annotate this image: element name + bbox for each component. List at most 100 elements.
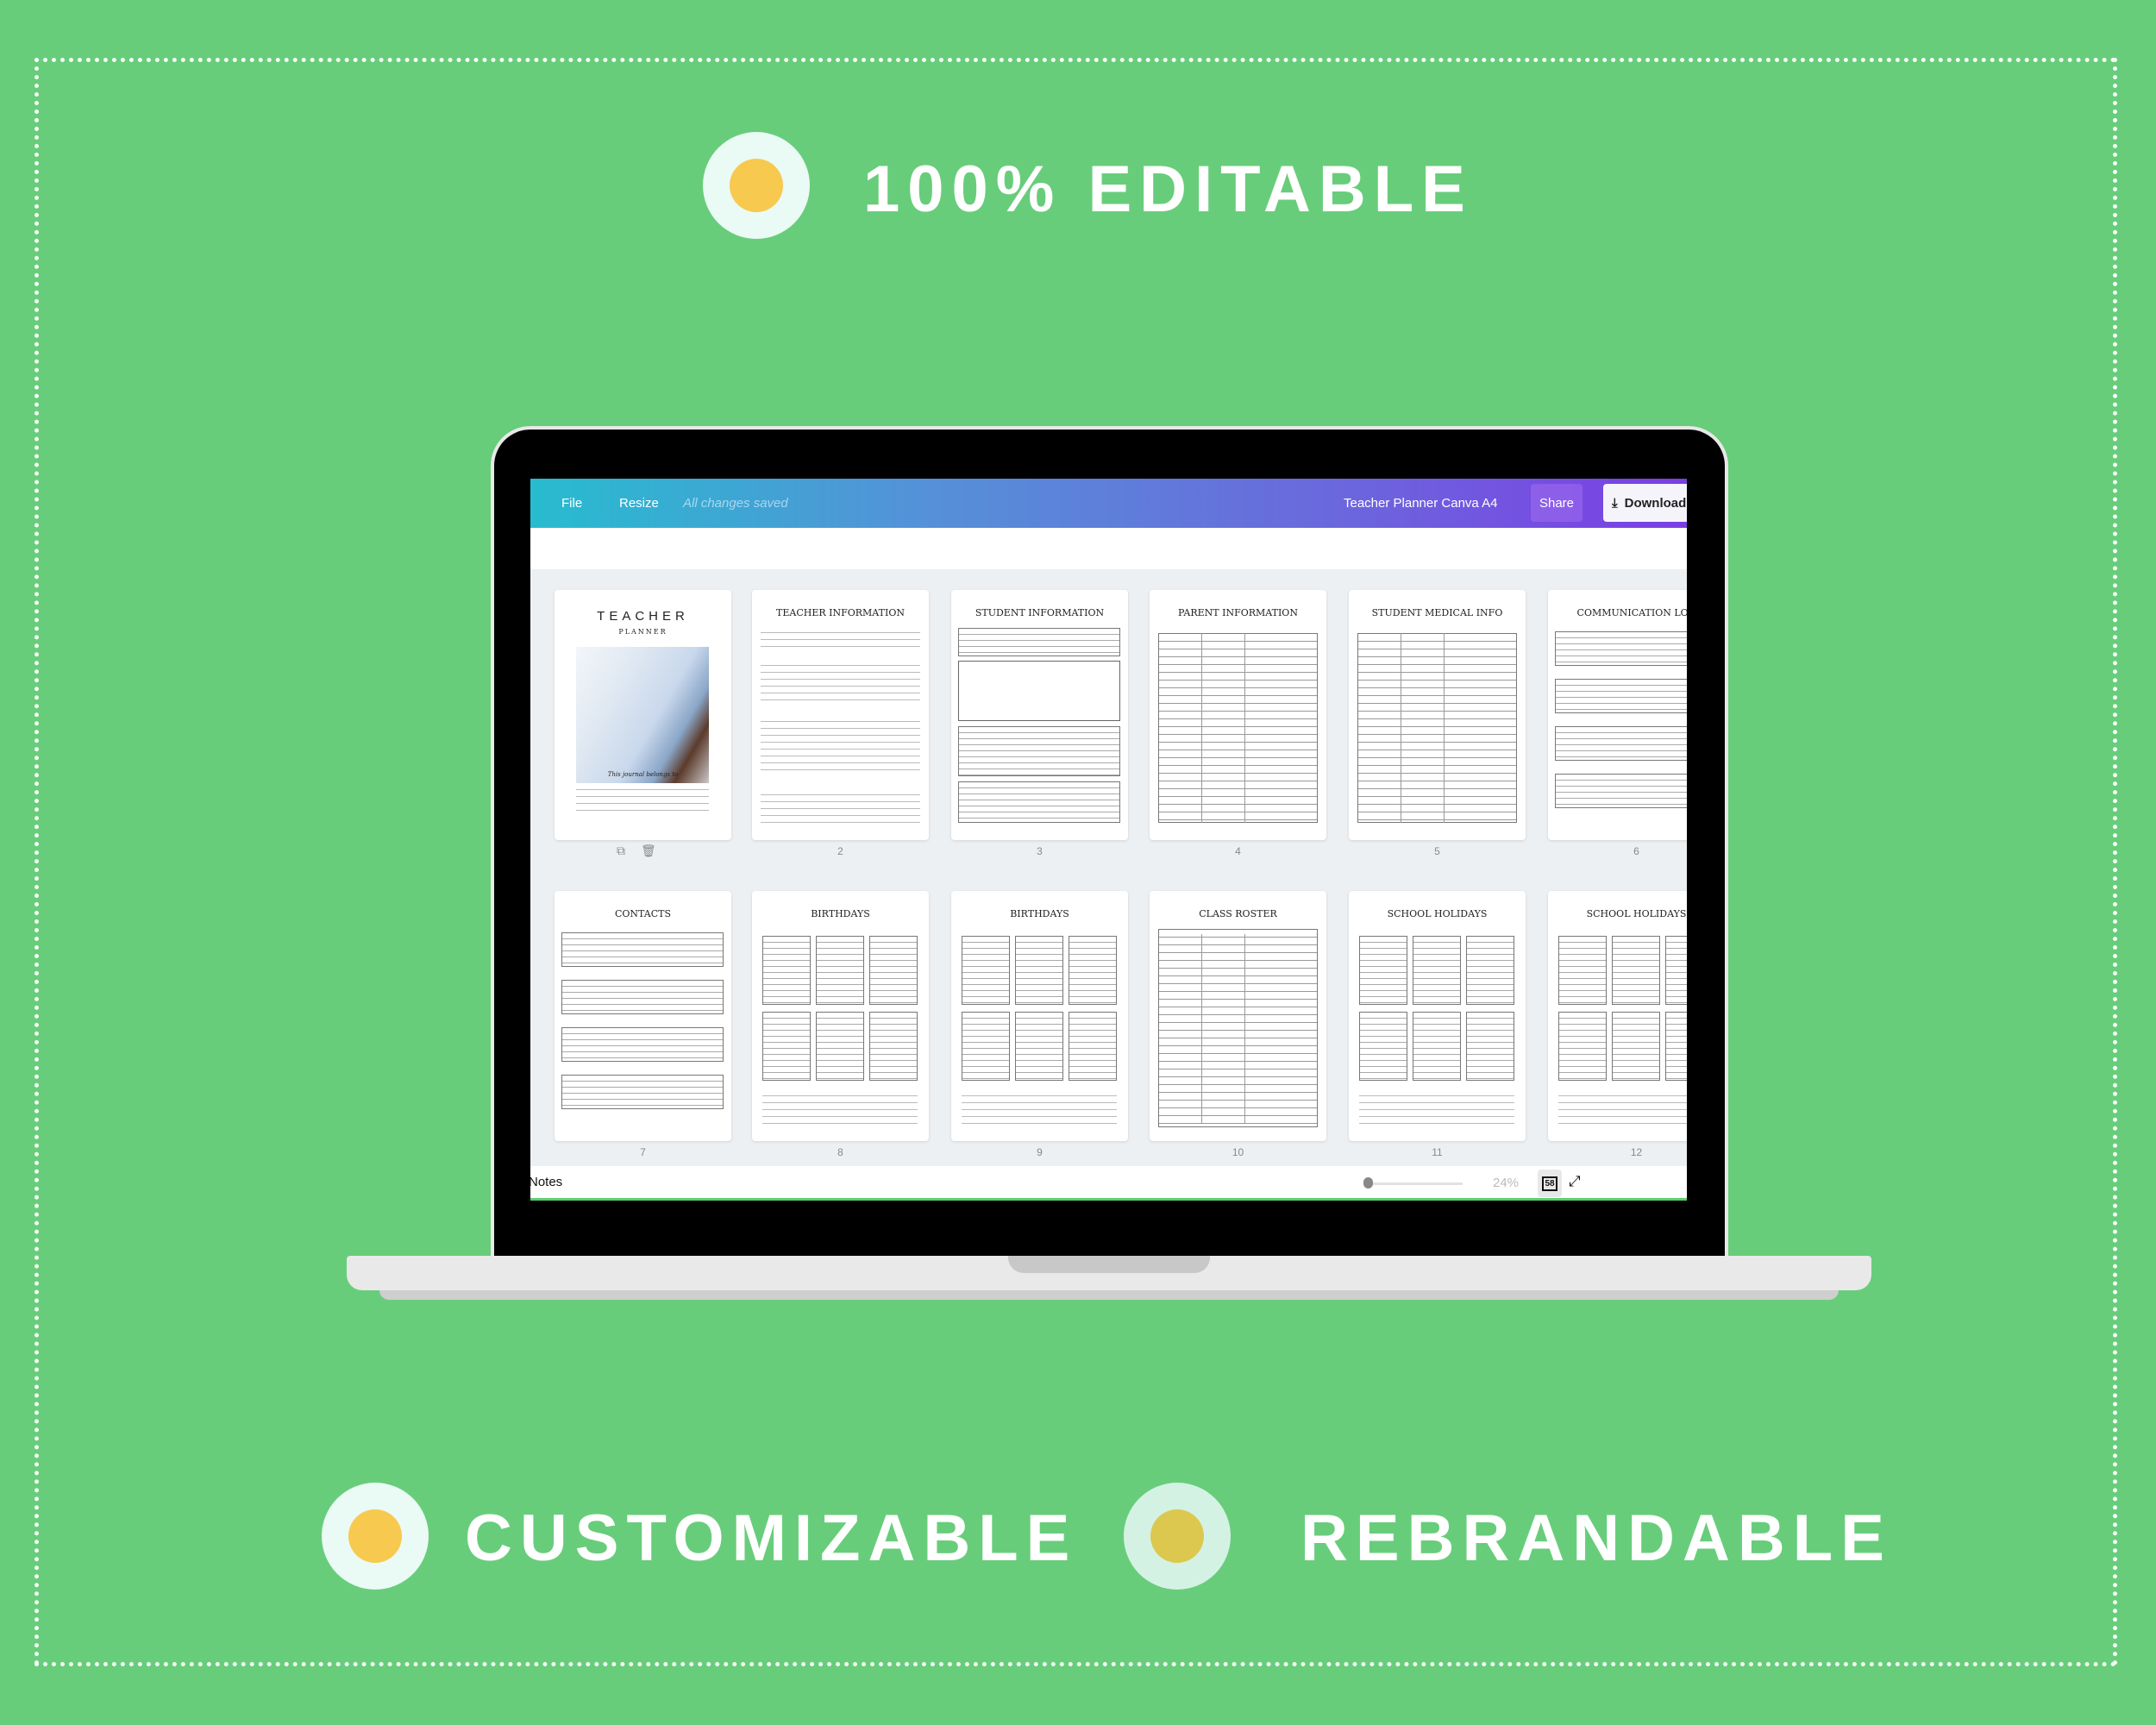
page-graphic [1357, 633, 1517, 823]
zoom-slider-handle[interactable] [1363, 1177, 1373, 1189]
page-title: BIRTHDAYS [1010, 908, 1069, 919]
download-button[interactable]: ⤓ Download [1603, 484, 1687, 522]
page-graphic [1413, 1012, 1461, 1081]
feature-customizable: CUSTOMIZABLE [465, 1502, 1078, 1575]
page-graphic [1359, 1012, 1407, 1081]
feature-rebrandable: REBRANDABLE [1300, 1502, 1892, 1575]
page-number: 4 [1235, 845, 1241, 857]
duplicate-page-icon[interactable]: ⧉ [617, 844, 641, 857]
page-graphic [962, 1089, 1117, 1124]
page-graphic [962, 936, 1010, 1005]
page-graphic [958, 726, 1120, 776]
page-graphic [761, 715, 920, 775]
page-graphic [1555, 631, 1687, 666]
page-graphic [762, 1089, 918, 1124]
page-thumbnail[interactable]: TEACHER INFORMATION [752, 590, 929, 840]
page-thumbnail[interactable]: CONTACTS [555, 891, 731, 1141]
page-graphic [561, 932, 724, 967]
editor-screen: File Resize All changes saved Teacher Pl… [530, 479, 1687, 1201]
page-number: 9 [1037, 1146, 1043, 1158]
page-graphic [1612, 1012, 1660, 1081]
page-title: COMMUNICATION LOG [1576, 607, 1687, 618]
page-thumbnail[interactable]: SCHOOL HOLIDAYS [1349, 891, 1526, 1141]
page-title: PARENT INFORMATION [1178, 607, 1298, 618]
page-graphic [1558, 1089, 1687, 1124]
editor-subtoolbar [530, 528, 1687, 569]
page-graphic [561, 980, 724, 1014]
page-graphic [1555, 679, 1687, 713]
page-thumbnail[interactable]: STUDENT MEDICAL INFO [1349, 590, 1526, 840]
resize-menu[interactable]: Resize [619, 479, 659, 528]
page-count-button[interactable]: 58 [1538, 1170, 1562, 1197]
file-menu[interactable]: File [561, 479, 582, 528]
share-button[interactable]: Share [1531, 484, 1583, 522]
page-title: SCHOOL HOLIDAYS [1586, 908, 1687, 919]
page-graphic [1558, 936, 1607, 1005]
page-graphic [869, 1012, 918, 1081]
zoom-slider[interactable] [1368, 1182, 1463, 1185]
laptop-base-shadow [379, 1290, 1839, 1300]
page-graphic [1069, 1012, 1117, 1081]
page-graphic [958, 628, 1120, 656]
page-graphic [1558, 1012, 1607, 1081]
page-graphic [761, 626, 920, 647]
feature-editable: 100% EDITABLE [863, 153, 1473, 226]
page-graphic [561, 1075, 724, 1109]
editor-toolbar: File Resize All changes saved Teacher Pl… [530, 479, 1687, 528]
page-graphic [958, 661, 1120, 721]
download-icon: ⤓ [1612, 495, 1618, 511]
download-label: Download [1624, 495, 1687, 511]
page-graphic [869, 936, 918, 1005]
page-graphic [1244, 633, 1245, 823]
page-title: SCHOOL HOLIDAYS [1387, 908, 1488, 919]
page-title: STUDENT MEDICAL INFO [1371, 607, 1503, 618]
page-graphic [1555, 726, 1687, 761]
save-status: All changes saved [683, 496, 788, 511]
page-graphic [816, 1012, 864, 1081]
page-graphic [761, 788, 920, 823]
page-graphic [1665, 1012, 1687, 1081]
page-thumbnail[interactable]: PARENT INFORMATION [1150, 590, 1326, 840]
page-graphic [762, 936, 811, 1005]
page-graphic [561, 1027, 724, 1062]
page-graphic [962, 1012, 1010, 1081]
page-graphic [1015, 1012, 1063, 1081]
page-subtitle: PLANNER [618, 628, 667, 636]
page-graphic [958, 781, 1120, 823]
page-graphic [1201, 934, 1202, 1124]
page-thumbnail[interactable]: CLASS ROSTER [1150, 891, 1326, 1141]
page-thumbnail[interactable]: STUDENT INFORMATION [951, 590, 1128, 840]
page-thumbnail[interactable]: BIRTHDAYS [752, 891, 929, 1141]
page-title: CONTACTS [614, 908, 672, 919]
page-thumbnail[interactable]: SCHOOL HOLIDAYS [1548, 891, 1687, 1141]
page-graphic [1201, 633, 1202, 823]
bullet-icon [1124, 1483, 1231, 1590]
delete-page-icon[interactable]: 🗑 [641, 844, 672, 857]
page-graphic [1555, 774, 1687, 808]
page-graphic [1466, 1012, 1514, 1081]
page-graphic [1444, 633, 1445, 823]
bullet-icon [703, 132, 810, 239]
page-graphic [1158, 633, 1318, 823]
page-number: 10 [1232, 1146, 1244, 1158]
page-number: 8 [837, 1146, 843, 1158]
page-graphic [1413, 936, 1461, 1005]
notes-button[interactable]: Notes [530, 1175, 562, 1189]
page-graphic [1466, 936, 1514, 1005]
page-grid: TEACHER PLANNER This journal belongs to ⧉🗑 T… [530, 569, 1687, 1166]
fullscreen-icon[interactable]: ⤢ [1569, 1173, 1581, 1190]
page-thumbnail[interactable]: COMMUNICATION LOG [1548, 590, 1687, 840]
page-graphic [1069, 936, 1117, 1005]
page-graphic [1244, 934, 1245, 1124]
page-count: 58 [1542, 1176, 1557, 1191]
page-title: BIRTHDAYS [811, 908, 870, 919]
page-thumbnail[interactable]: TEACHER PLANNER This journal belongs to [555, 590, 731, 840]
page-number: 3 [1037, 845, 1043, 857]
page-number: 12 [1630, 1146, 1643, 1158]
page-graphic [1015, 936, 1063, 1005]
page-number: 11 [1432, 1146, 1443, 1158]
page-thumbnail[interactable]: BIRTHDAYS [951, 891, 1128, 1141]
zoom-level[interactable]: 24% [1493, 1176, 1519, 1190]
document-title[interactable]: Teacher Planner Canva A4 [1344, 479, 1497, 528]
page-title: TEACHER INFORMATION [776, 607, 905, 618]
